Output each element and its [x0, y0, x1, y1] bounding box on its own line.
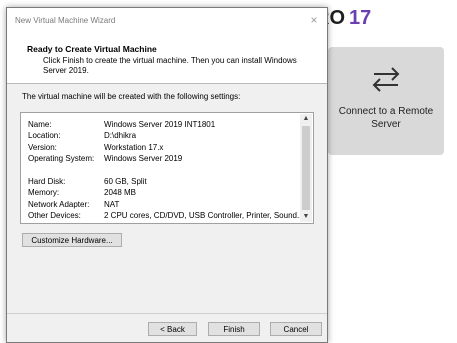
setting-key: Other Devices:	[28, 211, 81, 221]
settings-row-version: Version: Workstation 17.x	[28, 142, 300, 153]
scroll-thumb[interactable]	[302, 126, 310, 210]
finish-button[interactable]: Finish	[208, 322, 260, 336]
settings-scrollbar[interactable]: ▲ ▼	[300, 114, 312, 222]
wizard-content: The virtual machine will be created with…	[7, 84, 327, 342]
settings-row-os: Operating System: Windows Server 2019	[28, 153, 300, 164]
setting-value: Windows Server 2019 INT1801	[104, 120, 216, 129]
settings-row-network: Network Adapter: NAT	[28, 199, 300, 210]
setting-value: NAT	[104, 199, 120, 209]
settings-summary-box[interactable]: Name: Windows Server 2019 INT1801 Locati…	[20, 112, 314, 224]
brand-version: 17	[349, 7, 372, 29]
setting-key: Hard Disk:	[28, 177, 66, 187]
setting-value: 60 GB, Split	[104, 177, 147, 187]
cancel-button[interactable]: Cancel	[270, 322, 322, 336]
customize-hardware-button[interactable]: Customize Hardware...	[22, 233, 122, 247]
footer-divider	[7, 313, 327, 314]
settings-rows: Name: Windows Server 2019 INT1801 Locati…	[28, 119, 304, 221]
header-title: Ready to Create Virtual Machine	[27, 44, 157, 54]
setting-value: D:\dhikra	[104, 131, 137, 141]
swap-arrows-icon	[372, 67, 400, 92]
setting-value: Workstation 17.x	[104, 142, 164, 152]
scroll-down-icon[interactable]: ▼	[300, 212, 312, 222]
settings-row-location: Location: D:\dhikra	[28, 130, 300, 141]
settings-row-other-devices: Other Devices: 2 CPU cores, CD/DVD, USB …	[28, 210, 304, 221]
dialog-titlebar: New Virtual Machine Wizard ×	[7, 8, 327, 34]
setting-value: 2 CPU cores, CD/DVD, USB Controller, Pri…	[104, 211, 304, 221]
setting-key: Memory:	[28, 188, 60, 198]
setting-key: Name:	[28, 120, 52, 129]
setting-key: Operating System:	[28, 153, 95, 163]
setting-value: 2048 MB	[104, 188, 137, 198]
settings-row-name: Name: Windows Server 2019 INT1801	[28, 119, 300, 130]
setting-value: Windows Server 2019	[104, 153, 183, 163]
settings-intro: The virtual machine will be created with…	[22, 92, 241, 101]
settings-row-hard-disk: Hard Disk: 60 GB, Split	[28, 176, 300, 187]
settings-gap	[28, 164, 300, 176]
new-vm-wizard-dialog: New Virtual Machine Wizard × Ready to Cr…	[6, 7, 328, 343]
header-description: Click Finish to create the virtual machi…	[43, 56, 297, 75]
back-button[interactable]: < Back	[148, 322, 197, 336]
settings-row-memory: Memory: 2048 MB	[28, 187, 300, 198]
scroll-up-icon[interactable]: ▲	[300, 114, 312, 124]
setting-key: Network Adapter:	[28, 199, 90, 209]
dialog-title: New Virtual Machine Wizard	[15, 16, 116, 25]
close-icon[interactable]: ×	[307, 13, 321, 27]
connect-remote-server-tile[interactable]: Connect to a Remote Server	[328, 47, 444, 155]
tile-label: Connect to a Remote Server	[338, 106, 434, 130]
setting-key: Version:	[28, 142, 57, 152]
wizard-header: Ready to Create Virtual Machine Click Fi…	[7, 34, 327, 84]
setting-key: Location:	[28, 131, 61, 141]
